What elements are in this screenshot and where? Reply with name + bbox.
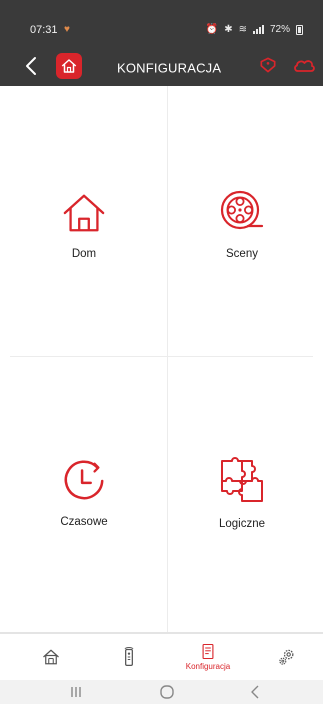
- battery-icon: [296, 24, 303, 35]
- document-icon: [202, 643, 214, 660]
- page-title: KONFIGURACJA: [117, 60, 222, 76]
- nav-settings[interactable]: [272, 634, 302, 680]
- status-time: 07:31: [30, 24, 58, 36]
- puzzle-icon: [221, 457, 263, 502]
- nav-remote[interactable]: [114, 634, 144, 680]
- tile-logiczne[interactable]: Logiczne: [192, 456, 292, 530]
- nav-label: Konfiguracja: [185, 662, 231, 671]
- heart-icon: ♥: [64, 24, 70, 35]
- signal-icon: [252, 25, 264, 34]
- house-icon: [63, 194, 105, 232]
- tag-icon[interactable]: [258, 55, 278, 75]
- remote-icon: [124, 647, 134, 666]
- wifi-icon: ≋: [238, 24, 247, 35]
- cloud-icon[interactable]: [292, 56, 316, 74]
- divider-horizontal: [10, 356, 313, 357]
- config-grid: Dom Sceny Czasowe Logiczne: [0, 86, 323, 633]
- film-reel-icon: [220, 190, 264, 230]
- recent-apps-icon[interactable]: [66, 684, 86, 700]
- alarm-icon: ⏰: [205, 24, 219, 35]
- tile-czasowe[interactable]: Czasowe: [34, 458, 134, 528]
- battery-percent: 72%: [269, 24, 290, 35]
- app-bar: KONFIGURACJA: [0, 48, 323, 86]
- house-icon: [61, 59, 77, 73]
- tile-label: Sceny: [226, 248, 258, 260]
- system-nav-bar: [0, 680, 323, 704]
- home-button[interactable]: [56, 53, 82, 79]
- home-icon: [43, 649, 59, 665]
- home-circle-icon[interactable]: [157, 684, 177, 700]
- clock-icon: [64, 460, 104, 500]
- bottom-nav: Konfiguracja: [0, 632, 323, 680]
- tile-label: Dom: [71, 248, 97, 260]
- status-bar: 07:31 ♥ ⏰ ✱ ≋ 72%: [0, 0, 323, 42]
- back-chevron-icon[interactable]: [246, 684, 266, 700]
- status-right: ⏰ ✱ ≋ 72%: [206, 24, 303, 35]
- divider-vertical: [167, 86, 168, 633]
- nav-home[interactable]: [36, 634, 66, 680]
- tile-sceny[interactable]: Sceny: [192, 188, 292, 260]
- tile-label: Logiczne: [218, 518, 266, 530]
- top-bar: 07:31 ♥ ⏰ ✱ ≋ 72% KONFIGURACJA: [0, 0, 323, 86]
- tile-dom[interactable]: Dom: [34, 190, 134, 260]
- bluetooth-icon: ✱: [224, 24, 233, 35]
- nav-konfiguracja[interactable]: Konfiguracja: [174, 634, 242, 680]
- gears-icon: [279, 649, 294, 665]
- back-arrow-icon[interactable]: [20, 54, 44, 78]
- tile-label: Czasowe: [60, 516, 108, 528]
